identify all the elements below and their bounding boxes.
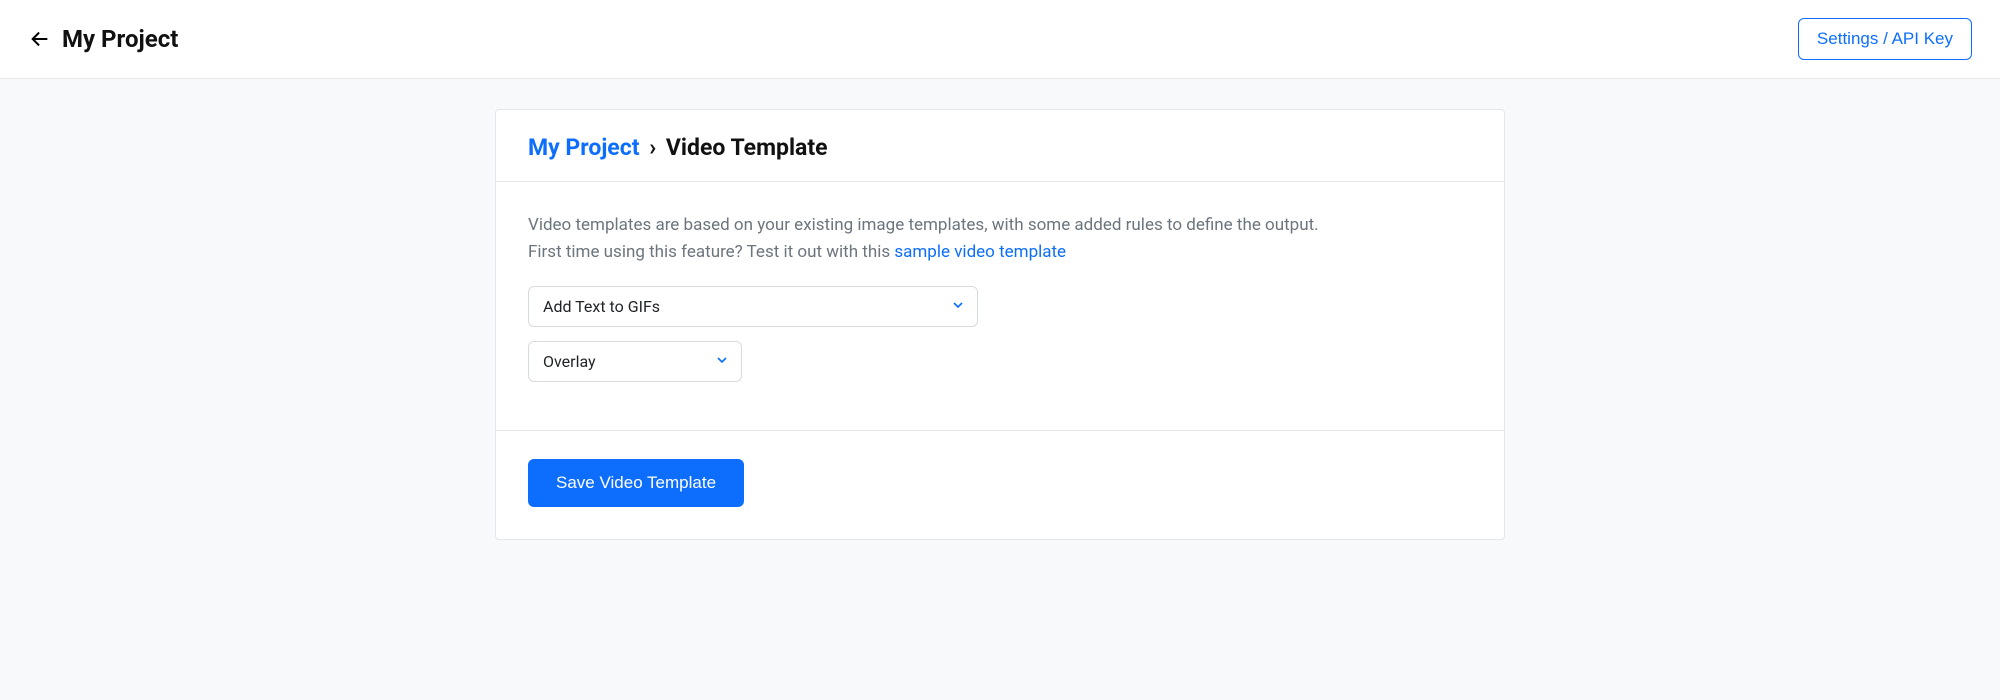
breadcrumb-separator: ›	[649, 134, 656, 161]
description-text: Video templates are based on your existi…	[528, 212, 1472, 266]
card-body: Video templates are based on your existi…	[496, 182, 1504, 431]
page-title: My Project	[62, 25, 178, 53]
main-area: My Project › Video Template Video templa…	[0, 79, 2000, 580]
topbar: My Project Settings / API Key	[0, 0, 2000, 79]
back-arrow-icon[interactable]	[28, 27, 52, 51]
topbar-left: My Project	[28, 25, 178, 53]
breadcrumb-root-link[interactable]: My Project	[528, 134, 640, 161]
template-select[interactable]: Add Text to GIFs	[528, 286, 978, 327]
mode-select-value[interactable]: Overlay	[528, 341, 742, 382]
description-line2-pre: First time using this feature? Test it o…	[528, 242, 894, 262]
save-video-template-button[interactable]: Save Video Template	[528, 459, 744, 507]
template-select-value[interactable]: Add Text to GIFs	[528, 286, 978, 327]
card-footer: Save Video Template	[496, 431, 1504, 539]
sample-video-template-link[interactable]: sample video template	[894, 242, 1066, 262]
mode-select[interactable]: Overlay	[528, 341, 742, 382]
card-header: My Project › Video Template	[496, 110, 1504, 182]
breadcrumb-current: Video Template	[666, 134, 828, 161]
breadcrumb: My Project › Video Template	[528, 134, 1472, 161]
settings-api-key-button[interactable]: Settings / API Key	[1798, 18, 1972, 60]
video-template-card: My Project › Video Template Video templa…	[495, 109, 1505, 540]
description-line1: Video templates are based on your existi…	[528, 215, 1319, 235]
